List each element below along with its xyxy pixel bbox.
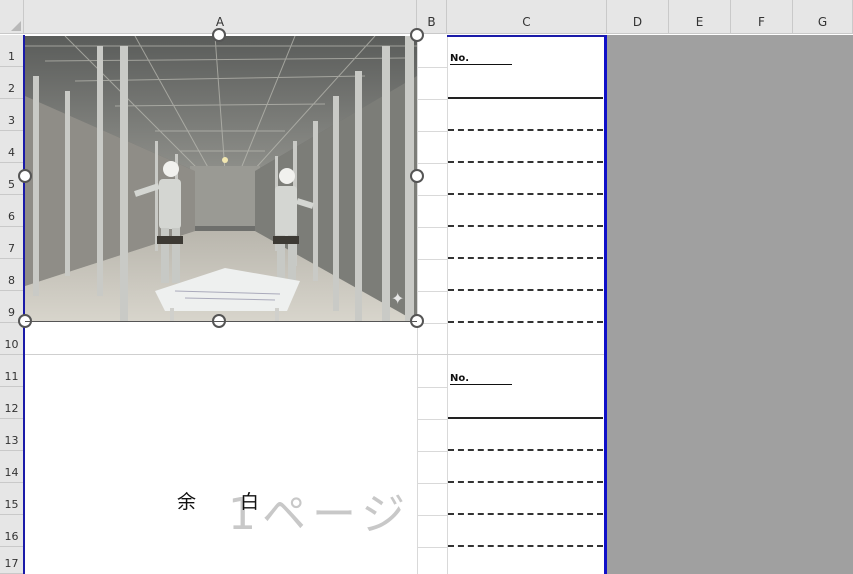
gridline-v-bc bbox=[447, 35, 448, 574]
gridline-h bbox=[417, 227, 447, 228]
margin-text-left: 余 bbox=[177, 491, 197, 513]
row-header-3[interactable]: 3 bbox=[0, 99, 24, 131]
row-header-16[interactable]: 16 bbox=[0, 515, 24, 547]
solid-underline bbox=[448, 97, 603, 99]
margin-text-right: 白 bbox=[240, 491, 260, 513]
svg-text:✦: ✦ bbox=[391, 289, 404, 308]
gridline-v-ab bbox=[417, 35, 418, 574]
dotted-line bbox=[448, 257, 603, 259]
page-text: ページ bbox=[262, 489, 412, 540]
gridline-h bbox=[417, 99, 447, 100]
row-header-14[interactable]: 14 bbox=[0, 451, 24, 483]
construction-photo-image: ✦ bbox=[25, 36, 417, 322]
dotted-line bbox=[448, 321, 603, 323]
page-break-top bbox=[447, 35, 605, 37]
row-header-7[interactable]: 7 bbox=[0, 227, 24, 259]
resize-handle-left[interactable] bbox=[18, 169, 32, 183]
gridline-h bbox=[417, 387, 447, 388]
column-header-c[interactable]: C bbox=[447, 0, 607, 34]
row-header-4[interactable]: 4 bbox=[0, 131, 24, 163]
gridline-h bbox=[417, 163, 447, 164]
select-all-triangle-icon bbox=[11, 21, 21, 31]
resize-handle-top-right[interactable] bbox=[410, 28, 424, 42]
resize-handle-top[interactable] bbox=[212, 28, 226, 42]
outside-print-area bbox=[607, 35, 853, 574]
resize-handle-right[interactable] bbox=[410, 169, 424, 183]
dotted-line bbox=[448, 161, 603, 163]
gridline-h-row10 bbox=[24, 354, 605, 355]
page-break-right bbox=[604, 35, 607, 574]
dotted-line bbox=[448, 513, 603, 515]
dotted-line bbox=[448, 225, 603, 227]
dotted-line bbox=[448, 449, 603, 451]
dotted-line bbox=[448, 545, 603, 547]
gridline-h bbox=[417, 259, 447, 260]
row-header-17[interactable]: 17 bbox=[0, 547, 24, 574]
gridline-h bbox=[417, 419, 447, 420]
number-label[interactable]: No. bbox=[450, 53, 512, 65]
select-all-corner[interactable] bbox=[0, 0, 24, 34]
dotted-line bbox=[448, 289, 603, 291]
row-header-11[interactable]: 11 bbox=[0, 355, 24, 387]
gridline-h bbox=[417, 291, 447, 292]
solid-underline bbox=[448, 417, 603, 419]
column-header-e[interactable]: E bbox=[669, 0, 731, 34]
row-header-15[interactable]: 15 bbox=[0, 483, 24, 515]
gridline-h bbox=[417, 515, 447, 516]
row-header-10[interactable]: 10 bbox=[0, 323, 24, 355]
gridline-h bbox=[417, 195, 447, 196]
construction-photo[interactable]: ✦ bbox=[25, 36, 417, 322]
gridline-h bbox=[417, 451, 447, 452]
row-header-2[interactable]: 2 bbox=[0, 67, 24, 99]
gridline-h bbox=[417, 131, 447, 132]
gridline-h bbox=[417, 547, 447, 548]
row-header-8[interactable]: 8 bbox=[0, 259, 24, 291]
gridline-h bbox=[417, 483, 447, 484]
row-header-1[interactable]: 1 bbox=[0, 35, 24, 67]
column-header-g[interactable]: G bbox=[793, 0, 853, 34]
number-label[interactable]: No. bbox=[450, 373, 512, 385]
picture-bottom-edge bbox=[25, 321, 417, 322]
column-header-d[interactable]: D bbox=[607, 0, 669, 34]
row-header-13[interactable]: 13 bbox=[0, 419, 24, 451]
column-header-f[interactable]: F bbox=[731, 0, 793, 34]
dotted-line bbox=[448, 129, 603, 131]
row-header-6[interactable]: 6 bbox=[0, 195, 24, 227]
dotted-line bbox=[448, 193, 603, 195]
dotted-line bbox=[448, 481, 603, 483]
gridline-h bbox=[417, 67, 447, 68]
row-header-12[interactable]: 12 bbox=[0, 387, 24, 419]
